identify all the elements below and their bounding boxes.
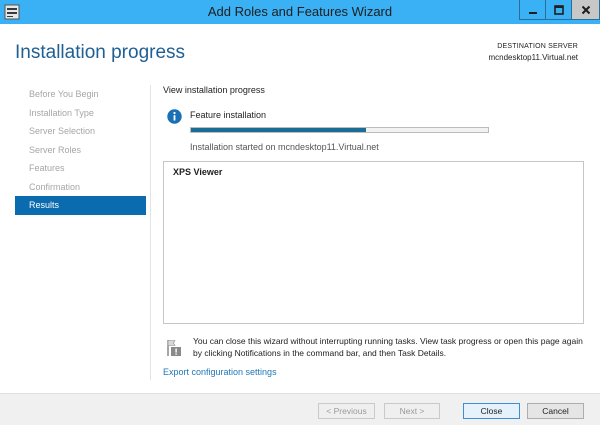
destination-server-name: mcndesktop11.Virtual.net xyxy=(488,53,578,62)
close-window-button[interactable] xyxy=(572,0,600,20)
title-bar: Add Roles and Features Wizard xyxy=(0,0,600,24)
progress-fill xyxy=(191,128,367,132)
destination-server-label: DESTINATION SERVER xyxy=(497,43,578,50)
installation-progress-bar xyxy=(190,127,489,133)
cancel-button[interactable]: Cancel xyxy=(527,403,584,419)
close-icon xyxy=(581,5,590,14)
export-configuration-link[interactable]: Export configuration settings xyxy=(163,367,277,377)
section-heading: View installation progress xyxy=(163,85,265,95)
maximize-button[interactable] xyxy=(546,0,572,20)
feature-installation-label: Feature installation xyxy=(190,110,267,120)
close-button[interactable]: Close xyxy=(463,403,520,419)
minimize-icon xyxy=(528,11,537,14)
results-list[interactable]: XPS Viewer xyxy=(163,161,584,324)
sidebar-item-server-selection: Server Selection xyxy=(29,126,96,136)
sidebar-item-results[interactable]: Results xyxy=(15,196,146,215)
sidebar-item-before-you-begin: Before You Begin xyxy=(29,89,99,99)
list-item: XPS Viewer xyxy=(173,167,223,177)
previous-button[interactable]: < Previous xyxy=(318,403,375,419)
sidebar-item-installation-type: Installation Type xyxy=(29,107,94,118)
minimize-button[interactable] xyxy=(519,0,546,20)
sidebar-item-features: Features xyxy=(29,163,65,173)
nav-divider xyxy=(150,85,151,380)
sidebar-item-server-roles: Server Roles xyxy=(29,144,82,155)
next-button[interactable]: Next > xyxy=(384,403,440,419)
sidebar-item-confirmation: Confirmation xyxy=(29,181,81,192)
maximize-icon xyxy=(553,4,564,15)
info-icon xyxy=(167,109,182,124)
installation-status-text: Installation started on mcndesktop11.Vir… xyxy=(190,142,379,152)
wizard-steps-nav: Before You Begin Installation Type Serve… xyxy=(15,85,146,215)
window-title: Add Roles and Features Wizard xyxy=(207,4,393,19)
page-title: Installation progress xyxy=(15,42,186,63)
close-wizard-note: You can close this wizard without interr… xyxy=(193,336,583,358)
flag-note-icon xyxy=(166,339,182,357)
